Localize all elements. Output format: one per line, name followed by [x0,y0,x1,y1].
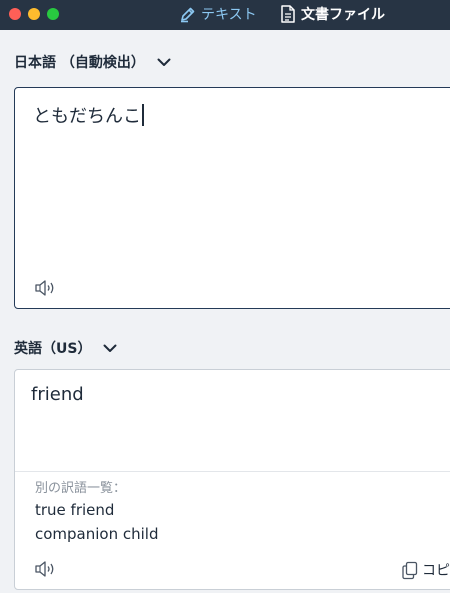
chevron-down-icon [103,344,117,352]
target-speaker-button[interactable] [34,559,58,579]
divider [15,471,450,472]
source-text-value: ともだちんこ [33,106,141,127]
tab-document-file[interactable]: 文書ファイル [280,3,385,25]
alternative-item[interactable]: true friend [35,501,114,519]
tab-text-label: テキスト [201,7,257,23]
source-speaker-button[interactable] [34,278,58,298]
target-language-selector[interactable]: 英語（US） [14,338,117,358]
zoom-window-button[interactable] [47,8,59,20]
copy-icon [402,561,418,579]
target-language-label: 英語（US） [14,341,92,357]
alternatives-title: 別の訳語一覧： [35,481,127,496]
source-text-content: ともだちんこ [33,102,144,128]
copy-button-label: コピ [422,563,450,579]
tab-document-file-label: 文書ファイル [301,7,385,23]
alternative-item[interactable]: companion child [35,525,159,543]
tab-text[interactable]: テキスト [179,3,257,25]
document-icon [281,5,295,23]
chevron-down-icon [157,58,171,66]
close-window-button[interactable] [9,8,21,20]
source-text-input[interactable]: ともだちんこ [14,87,450,309]
translation-text: friend [31,384,84,405]
text-caret [142,104,144,126]
copy-button[interactable]: コピ [401,560,450,580]
translation-output: friend 別の訳語一覧： true friend companion chi… [14,369,450,590]
source-language-label: 日本語 （自動検出） [14,55,145,71]
minimize-window-button[interactable] [28,8,40,20]
source-language-selector[interactable]: 日本語 （自動検出） [14,52,171,72]
speaker-icon [35,561,54,577]
speaker-icon [35,280,54,296]
title-bar: テキスト 文書ファイル [0,0,450,30]
pencil-icon [181,7,195,22]
